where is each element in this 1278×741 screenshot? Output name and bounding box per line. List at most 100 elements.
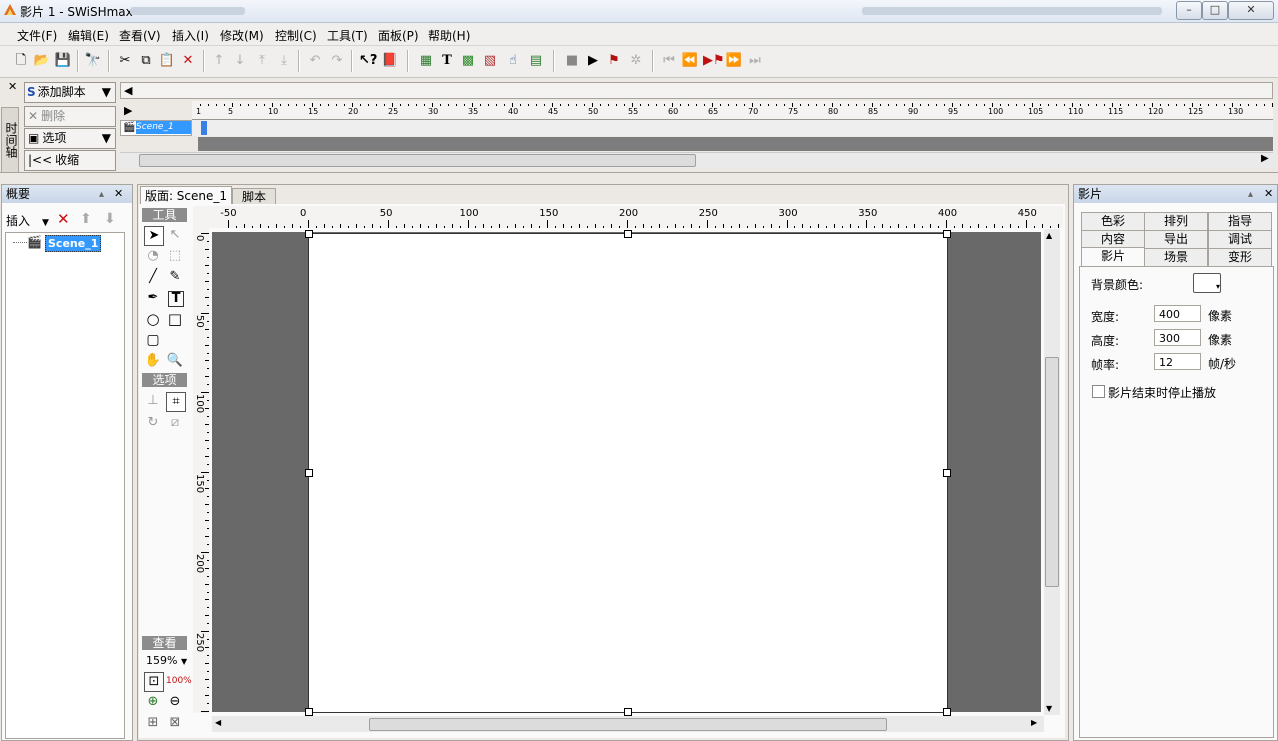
next-frame-icon[interactable]: ⏩ [725,52,743,70]
width-input[interactable]: 400 [1154,305,1201,322]
tab-debug[interactable]: 调试 [1208,230,1272,249]
keyframe-marker[interactable] [201,121,207,135]
delete-icon[interactable]: ✕ [179,52,197,70]
resize-handle[interactable] [943,230,951,238]
outline-up-icon[interactable]: ⬆ [80,211,92,227]
grid-snap-icon[interactable]: ⊠ [166,714,184,732]
ellipse-tool-icon[interactable]: ○ [144,310,162,328]
paste-icon[interactable]: 📋 [158,52,176,70]
move-top-icon[interactable]: ⤒ [253,52,271,70]
tab-transform[interactable]: 变形 [1208,248,1272,267]
menu-edit[interactable]: 编辑(E) [68,27,109,44]
rotate-option-icon[interactable]: ↻ [144,414,162,432]
vscroll-up-icon[interactable]: ▲ [1046,231,1052,240]
minimize-button[interactable]: – [1176,1,1202,20]
outline-close-icon[interactable]: ✕ [114,187,123,200]
menu-tools[interactable]: 工具(T) [327,27,368,44]
fit-view-icon[interactable]: ⊡ [144,672,164,692]
zoom-select[interactable]: 159% ▼ [146,654,187,667]
move-bottom-icon[interactable]: ⤓ [275,52,293,70]
bg-color-picker[interactable]: ▾ [1193,273,1221,293]
reshape-tool-icon[interactable]: ⬚ [166,247,184,265]
redo-icon[interactable]: ↷ [328,52,346,70]
tab-guide[interactable]: 指导 [1208,212,1272,231]
properties-pin-icon[interactable]: ▴ [1248,189,1253,200]
menu-insert[interactable]: 插入(I) [172,27,209,44]
stop-icon[interactable]: ■ [563,52,581,70]
scene-row[interactable]: 🎬 Scene_1 [120,120,192,136]
stop-at-end-checkbox[interactable] [1092,385,1105,398]
resize-handle[interactable] [624,230,632,238]
resize-handle[interactable] [943,708,951,716]
timeline-scroll-thumb[interactable] [139,154,696,167]
menu-control[interactable]: 控制(C) [275,27,317,44]
outline-insert-button[interactable]: 插入 ▼ [6,212,49,229]
menu-modify[interactable]: 修改(M) [220,27,264,44]
zoom-tool-icon[interactable]: 🔍 [166,352,184,370]
frame-marker-icon[interactable]: ▶⚑ [703,52,725,70]
collapse-button[interactable]: |<< 收缩 [24,150,116,171]
vscroll-thumb[interactable] [1045,357,1059,587]
play-timeline-icon[interactable]: ✲ [627,52,645,70]
resize-handle[interactable] [624,708,632,716]
options-button[interactable]: ▣ 选项 ▼ [24,128,116,149]
select-tool-icon[interactable]: ➤ [144,226,164,246]
hscroll-left-icon[interactable]: ◀ [215,718,221,727]
delete-button[interactable]: ✕ 删除 [24,106,116,127]
zoom-100-icon[interactable]: 100% [166,672,192,690]
undo-icon[interactable]: ↶ [306,52,324,70]
maximize-button[interactable]: □ [1202,1,1228,20]
menu-panels[interactable]: 面板(P) [378,27,419,44]
move-down-icon[interactable]: ↓ [231,52,249,70]
tab-layout[interactable]: 版面: Scene_1 [140,186,232,205]
zoom-in-icon[interactable]: ⊕ [144,693,162,711]
tab-scene[interactable]: 场景 [1144,248,1208,267]
save-icon[interactable]: 💾 [54,52,72,70]
tab-movie[interactable]: 影片 [1081,247,1145,268]
resize-handle[interactable] [943,469,951,477]
book-icon[interactable]: 📕 [381,52,399,70]
move-up-icon[interactable]: ↑ [210,52,228,70]
tab-color[interactable]: 色彩 [1081,212,1145,231]
menu-view[interactable]: 查看(V) [119,27,161,44]
insert-sprite-icon[interactable]: ▤ [527,52,545,70]
autoshape-tool-icon[interactable]: ▢ [144,331,162,349]
play-effect-icon[interactable]: ⚑ [605,52,623,70]
scroll-left-icon[interactable]: ◀ [124,84,132,97]
stage-canvas[interactable] [308,233,948,713]
resize-handle[interactable] [305,230,313,238]
timeline-close-icon[interactable]: ✕ [8,80,17,93]
close-button[interactable]: ✕ [1228,1,1274,20]
fps-input[interactable]: 12 [1154,353,1201,370]
insert-scene-icon[interactable]: ▦ [417,52,435,70]
hand-tool-icon[interactable]: ✋ [144,352,162,370]
new-file-icon[interactable]: 🗋 [12,52,30,70]
prev-frame-icon[interactable]: ⏪ [681,52,699,70]
resize-handle[interactable] [305,708,313,716]
menu-file[interactable]: 文件(F) [17,27,57,44]
outline-pin-icon[interactable]: ▴ [99,189,104,200]
insert-image-icon[interactable]: ▩ [459,52,477,70]
insert-button-icon[interactable]: ☝ [504,52,522,70]
scene-track[interactable] [192,120,1273,136]
cut-icon[interactable]: ✂ [116,52,134,70]
insert-group-icon[interactable]: ▧ [481,52,499,70]
rectangle-tool-icon[interactable]: □ [166,310,184,328]
vscroll-down-icon[interactable]: ▼ [1046,704,1052,713]
grid-icon[interactable]: ⊞ [144,714,162,732]
open-folder-icon[interactable]: 📂 [33,52,51,70]
fill-transform-icon[interactable]: ◔ [144,247,162,265]
transform-option-icon[interactable]: ⌗ [166,392,186,412]
line-tool-icon[interactable]: ╱ [144,268,162,286]
text-tool-icon[interactable]: T [168,291,184,307]
insert-text-icon[interactable]: T [438,52,456,70]
hscroll-thumb[interactable] [369,718,887,731]
add-script-button[interactable]: S 添加脚本 ▼ [24,82,116,103]
scroll-right-icon[interactable]: ▶ [124,104,132,117]
help-pointer-icon[interactable]: ↖? [359,52,377,70]
tab-export[interactable]: 导出 [1144,230,1208,249]
scene-tree-item[interactable]: Scene_1 [45,235,102,252]
snap-option-icon[interactable]: ⊥ [144,392,162,410]
distort-option-icon[interactable]: ⧄ [166,414,184,432]
pen-tool-icon[interactable]: ✒ [144,289,162,307]
